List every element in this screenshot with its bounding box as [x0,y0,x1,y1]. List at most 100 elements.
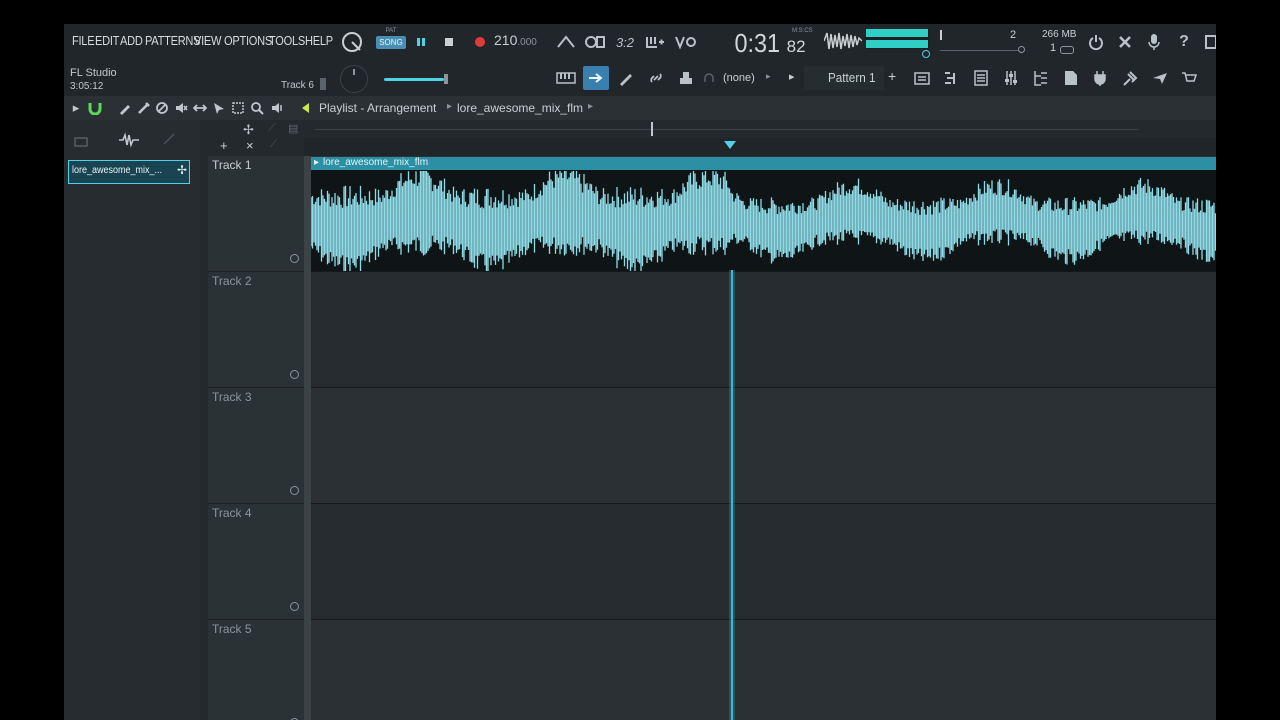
menu-tools[interactable]: TOOLS [269,33,305,48]
track-header-3[interactable]: Track 3 [208,388,304,504]
link-button[interactable] [646,68,666,88]
picker-clip-item[interactable]: lore_awesome_mix_... ✢ [68,160,190,184]
snap-display[interactable]: 3:2 [613,32,637,52]
piano-roll-button[interactable] [554,68,578,88]
menu-view[interactable]: VIEW [194,33,221,48]
audio-input-button[interactable] [1144,32,1164,52]
panel-divider[interactable] [200,120,208,720]
scroll-position-marker[interactable] [651,122,653,136]
master-volume-knob[interactable] [340,30,364,54]
shop-button[interactable] [1179,68,1199,88]
channel-selector[interactable]: (none) [723,72,755,84]
track-header-5[interactable]: Track 5 [208,620,304,720]
breadcrumb-file[interactable]: lore_awesome_mix_flm [457,101,583,115]
channel-rack-view-button[interactable] [971,68,991,88]
track-enable-icon[interactable] [290,370,299,379]
delete-tool-button[interactable] [154,100,170,116]
main-pitch-knob[interactable] [340,65,368,93]
track-header-2[interactable]: Track 2 [208,272,304,388]
pat-song-toggle[interactable]: PAT SONG [376,28,406,56]
mixer-button[interactable] [676,68,696,88]
mixer-view-button[interactable] [1001,68,1021,88]
menu-add[interactable]: ADD [120,33,143,48]
zoom-select-button[interactable] [230,100,246,116]
project-tree-button[interactable] [1031,68,1051,88]
main-volume-slider[interactable] [384,78,444,81]
timeline-ruler[interactable] [304,138,1216,156]
channel-next-icon[interactable]: ▸ [766,71,771,82]
window-controls[interactable] [1204,34,1216,50]
plug-icon [1094,71,1106,86]
pattern-play-icon[interactable]: ▸ [789,70,795,83]
menu-edit[interactable]: EDIT [95,33,119,48]
tempo-display[interactable]: 210 .000 [494,32,542,52]
header-audio-icon[interactable]: ✢ [243,122,254,138]
track-lane[interactable] [304,388,1216,504]
hint-slider-handle[interactable] [320,78,326,90]
metronome-button[interactable] [556,32,576,52]
pattern-selector[interactable]: Pattern 1 [804,66,884,90]
snap-magnet-button[interactable] [87,100,103,116]
touch-controller-button[interactable] [1120,68,1140,88]
channel-rack-button[interactable] [616,68,636,88]
add-track-button[interactable]: + [220,138,228,153]
loop-record-button[interactable] [674,32,696,52]
plugin-picker-button[interactable] [1115,32,1135,52]
slip-tool-button[interactable] [192,100,208,116]
wait-for-input-button[interactable] [584,32,606,52]
stop-button[interactable] [442,34,456,50]
playlist-menu-arrow-icon[interactable]: ▸ [68,100,84,116]
menu-help[interactable]: HELP [305,33,333,48]
header-tool-icon[interactable]: ⟋ [270,139,277,150]
playback-tool-button[interactable] [269,100,285,116]
track-enable-icon[interactable] [290,486,299,495]
browser-view-button[interactable] [912,68,932,88]
picker-automation-icon[interactable] [162,132,178,148]
audio-clip-header[interactable]: ▸ lore_awesome_mix_flm [311,157,1216,170]
picker-keyboard-icon[interactable] [74,134,88,147]
track-header-4[interactable]: Track 4 [208,504,304,620]
track-enable-icon[interactable] [290,254,299,263]
menu-file[interactable]: FILE [72,33,95,48]
close-icon[interactable]: × [246,138,254,153]
arrow-right-icon [589,73,603,83]
playlist-grid[interactable]: ▸ lore_awesome_mix_flm [304,156,1216,720]
draw-tool-button[interactable] [117,100,133,116]
select-tool-button[interactable] [211,100,227,116]
memory-usage: 266 MB [1042,29,1077,40]
track-lane[interactable] [304,504,1216,620]
step-edit-button[interactable] [644,32,666,52]
zoom-tool-button[interactable] [249,100,265,116]
piano-roll-view-button[interactable] [941,68,961,88]
audio-clip[interactable]: ▸ lore_awesome_mix_flm [311,157,1216,271]
channel-headphone-button[interactable] [702,68,716,88]
main-volume-handle[interactable] [444,74,448,84]
playlist-button[interactable] [583,66,609,90]
menu-options[interactable]: OPTIONS [224,33,272,48]
microphone-icon [1148,34,1160,50]
record-button[interactable] [472,34,488,50]
breadcrumb-root[interactable]: Playlist - Arrangement [319,101,436,115]
play-triangle-icon [302,103,309,113]
playhead-line[interactable] [731,270,733,720]
paint-tool-button[interactable] [135,100,151,116]
menu-patterns[interactable]: PATTERNS [145,33,201,48]
track-lane[interactable] [304,620,1216,720]
plugin-picker-view-button[interactable] [1090,68,1110,88]
playhead-marker-icon[interactable] [723,140,737,150]
header-automation-icon[interactable]: ⟋ [268,122,276,135]
scroll-bar[interactable] [304,120,1216,138]
track-enable-icon[interactable] [290,602,299,611]
add-pattern-button[interactable]: + [888,68,896,84]
header-keyboard-icon[interactable]: ▤ [288,122,298,135]
help-button[interactable]: ? [1174,32,1194,52]
track-lane[interactable] [304,272,1216,388]
picker-audio-icon[interactable] [118,132,140,148]
online-button[interactable] [1086,32,1106,52]
song-mode-button[interactable]: SONG [376,36,406,49]
export-button[interactable] [1150,68,1170,88]
track-header-1[interactable]: Track 1 [208,156,304,272]
plugin-database-button[interactable] [1061,68,1081,88]
pause-button[interactable] [414,34,428,50]
mute-tool-button[interactable] [173,100,189,116]
